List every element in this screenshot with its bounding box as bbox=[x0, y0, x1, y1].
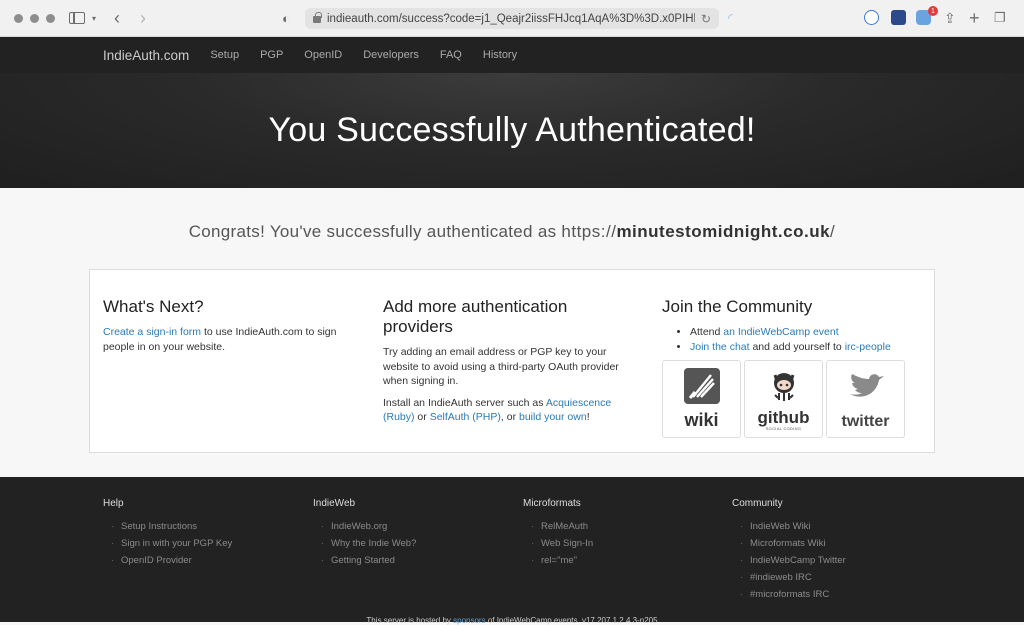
site-footer: Help Setup Instructions Sign in with you… bbox=[0, 477, 1024, 625]
footer-col-help: Help Setup Instructions Sign in with you… bbox=[103, 498, 232, 569]
wiki-label: wiki bbox=[684, 410, 719, 430]
providers-install-text: Install an IndieAuth server such as Acqu… bbox=[383, 396, 612, 424]
footer-link[interactable]: Web Sign-In bbox=[531, 535, 593, 552]
footer-link[interactable]: Sign in with your PGP Key bbox=[111, 535, 232, 552]
congrats-prefix: Congrats! You've successfully authentica… bbox=[188, 222, 557, 241]
footer-col-community: Community IndieWeb Wiki Microformats Wik… bbox=[732, 498, 846, 603]
plus-icon[interactable]: + bbox=[969, 8, 980, 28]
chevron-down-icon[interactable]: ▾ bbox=[92, 9, 96, 27]
extension-icon-2[interactable] bbox=[891, 10, 906, 25]
nav-history[interactable]: History bbox=[483, 49, 517, 61]
footer-link[interactable]: #indieweb IRC bbox=[740, 569, 846, 586]
indiewebcamp-event-link[interactable]: an IndieWebCamp event bbox=[723, 326, 838, 338]
congrats-message: Congrats! You've successfully authentica… bbox=[0, 222, 1024, 242]
extension-icon-1[interactable] bbox=[864, 10, 879, 25]
selfauth-link[interactable]: SelfAuth (PHP) bbox=[430, 411, 501, 423]
create-signin-form-link[interactable]: Create a sign-in form bbox=[103, 326, 201, 338]
nav-faq[interactable]: FAQ bbox=[440, 49, 462, 61]
site-navbar: IndieAuth.com Setup PGP OpenID Developer… bbox=[0, 37, 1024, 73]
footer-link[interactable]: rel="me" bbox=[531, 552, 593, 569]
whats-next-section: What's Next? Create a sign-in form to us… bbox=[103, 297, 365, 354]
browser-toolbar: ▾ ‹ › ◐ indieauth.com/success?code=j1_Qe… bbox=[0, 0, 1024, 37]
page-title: You Successfully Authenticated! bbox=[268, 111, 756, 149]
whats-next-title: What's Next? bbox=[103, 297, 204, 316]
github-label: github bbox=[757, 408, 810, 427]
address-bar[interactable]: indieauth.com/success?code=j1_Qeajr2iiss… bbox=[305, 8, 719, 29]
extension-badge: 1 bbox=[928, 6, 938, 16]
url-text: indieauth.com/success?code=j1_Qeajr2iiss… bbox=[327, 12, 695, 25]
nav-openid[interactable]: OpenID bbox=[304, 49, 342, 61]
hero-banner: You Successfully Authenticated! bbox=[0, 73, 1024, 188]
share-icon[interactable]: ⇪ bbox=[944, 9, 956, 27]
footer-link[interactable]: Getting Started bbox=[321, 552, 416, 569]
window-controls[interactable] bbox=[14, 14, 55, 23]
sidebar-icon[interactable] bbox=[69, 12, 85, 24]
shield-icon[interactable]: ◐ bbox=[282, 9, 290, 27]
nav-setup[interactable]: Setup bbox=[210, 49, 239, 61]
providers-section: Add more authentication providers Try ad… bbox=[383, 297, 641, 425]
footer-heading: Help bbox=[103, 498, 124, 509]
footer-heading: IndieWeb bbox=[313, 498, 356, 509]
lock-icon bbox=[313, 12, 322, 23]
list-item: Attend an IndieWebCamp event bbox=[690, 325, 922, 340]
authenticated-url: https://minutestomidnight.co.uk/ bbox=[561, 222, 836, 241]
github-octocat-icon bbox=[767, 361, 801, 410]
list-item: Join the chat and add yourself to irc-pe… bbox=[690, 340, 922, 355]
community-section: Join the Community Attend an IndieWebCam… bbox=[662, 297, 922, 438]
providers-text: Try adding an email address or PGP key t… bbox=[383, 346, 619, 387]
community-tiles: wiki github SOCIAL CODING twitter bbox=[662, 360, 922, 438]
providers-title: Add more authentication providers bbox=[383, 297, 568, 336]
nav-pgp[interactable]: PGP bbox=[260, 49, 283, 61]
join-chat-link[interactable]: Join the chat bbox=[690, 341, 750, 353]
twitter-label: twitter bbox=[841, 413, 890, 430]
footer-link[interactable]: Setup Instructions bbox=[111, 518, 232, 535]
hosted-by-text: This server is hosted by sponsors of Ind… bbox=[366, 616, 658, 625]
github-tile[interactable]: github SOCIAL CODING bbox=[744, 360, 823, 438]
footer-link[interactable]: IndieWeb.org bbox=[321, 518, 416, 535]
footer-link[interactable]: OpenID Provider bbox=[111, 552, 232, 569]
wiki-tile[interactable]: wiki bbox=[662, 360, 741, 438]
footer-col-microformats: Microformats RelMeAuth Web Sign-In rel="… bbox=[523, 498, 593, 569]
twitter-bird-icon bbox=[846, 361, 886, 413]
tabs-icon[interactable]: ❐ bbox=[994, 9, 1006, 27]
sponsors-link[interactable]: sponsors bbox=[453, 616, 485, 625]
footer-heading: Microformats bbox=[523, 498, 581, 509]
back-icon[interactable]: ‹ bbox=[114, 8, 120, 28]
irc-people-link[interactable]: irc-people bbox=[845, 341, 891, 353]
twitter-tile[interactable]: twitter bbox=[826, 360, 905, 438]
github-sub-label: SOCIAL CODING bbox=[765, 426, 802, 431]
build-your-own-link[interactable]: build your own bbox=[519, 411, 587, 423]
footer-link[interactable]: RelMeAuth bbox=[531, 518, 593, 535]
forward-icon[interactable]: › bbox=[140, 8, 146, 28]
nav-developers[interactable]: Developers bbox=[363, 49, 419, 61]
footer-link[interactable]: Microformats Wiki bbox=[740, 535, 846, 552]
community-title: Join the Community bbox=[662, 297, 813, 316]
whats-next-text: Create a sign-in form to use IndieAuth.c… bbox=[103, 326, 337, 353]
footer-link[interactable]: Why the Indie Web? bbox=[321, 535, 416, 552]
footer-link[interactable]: IndieWeb Wiki bbox=[740, 518, 846, 535]
rss-icon[interactable]: ◜ bbox=[728, 9, 733, 27]
wiki-logo-icon bbox=[683, 361, 721, 410]
footer-link[interactable]: #microformats IRC bbox=[740, 586, 846, 603]
footer-link[interactable]: IndieWebCamp Twitter bbox=[740, 552, 846, 569]
footer-col-indieweb: IndieWeb IndieWeb.org Why the Indie Web?… bbox=[313, 498, 416, 569]
reload-icon[interactable]: ↻ bbox=[701, 12, 711, 26]
info-panel: What's Next? Create a sign-in form to us… bbox=[89, 269, 935, 453]
brand-link[interactable]: IndieAuth.com bbox=[103, 48, 189, 63]
footer-heading: Community bbox=[732, 498, 783, 509]
